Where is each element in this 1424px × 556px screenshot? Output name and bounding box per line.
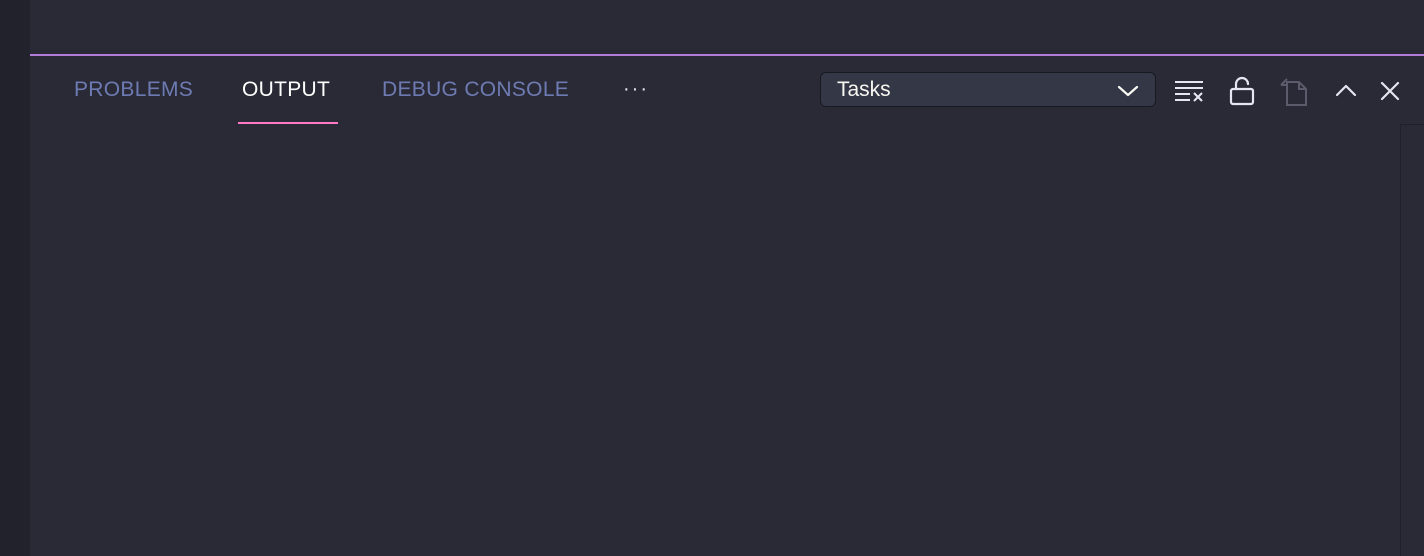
unlock-icon [1229, 76, 1255, 106]
output-channel-value: Tasks [837, 78, 891, 101]
chevron-up-icon [1335, 84, 1357, 97]
tab-debug-console[interactable]: DEBUG CONSOLE [382, 78, 569, 102]
active-tab-indicator [238, 122, 338, 124]
editor-area [30, 0, 1424, 54]
go-to-file-icon [1280, 78, 1307, 106]
close-icon [1380, 81, 1400, 101]
tab-problems[interactable]: PROBLEMS [74, 78, 193, 102]
toggle-lock-button[interactable] [1225, 74, 1259, 108]
open-log-file-button[interactable] [1278, 74, 1312, 108]
output-scrollbar-corner [1400, 124, 1424, 125]
activity-bar-edge [0, 0, 30, 556]
clear-all-icon [1175, 81, 1203, 102]
bottom-panel: PROBLEMS OUTPUT DEBUG CONSOLE ··· Tasks [30, 56, 1424, 556]
more-actions-icon[interactable]: ··· [620, 75, 652, 109]
tab-output[interactable]: OUTPUT [242, 78, 330, 102]
output-channel-select[interactable]: Tasks [820, 72, 1156, 107]
close-panel-button[interactable] [1373, 74, 1407, 108]
maximize-panel-button[interactable] [1329, 74, 1363, 108]
chevron-down-icon [1117, 85, 1139, 97]
clear-output-button[interactable] [1172, 74, 1206, 108]
output-scrollbar-track[interactable] [1400, 124, 1401, 556]
